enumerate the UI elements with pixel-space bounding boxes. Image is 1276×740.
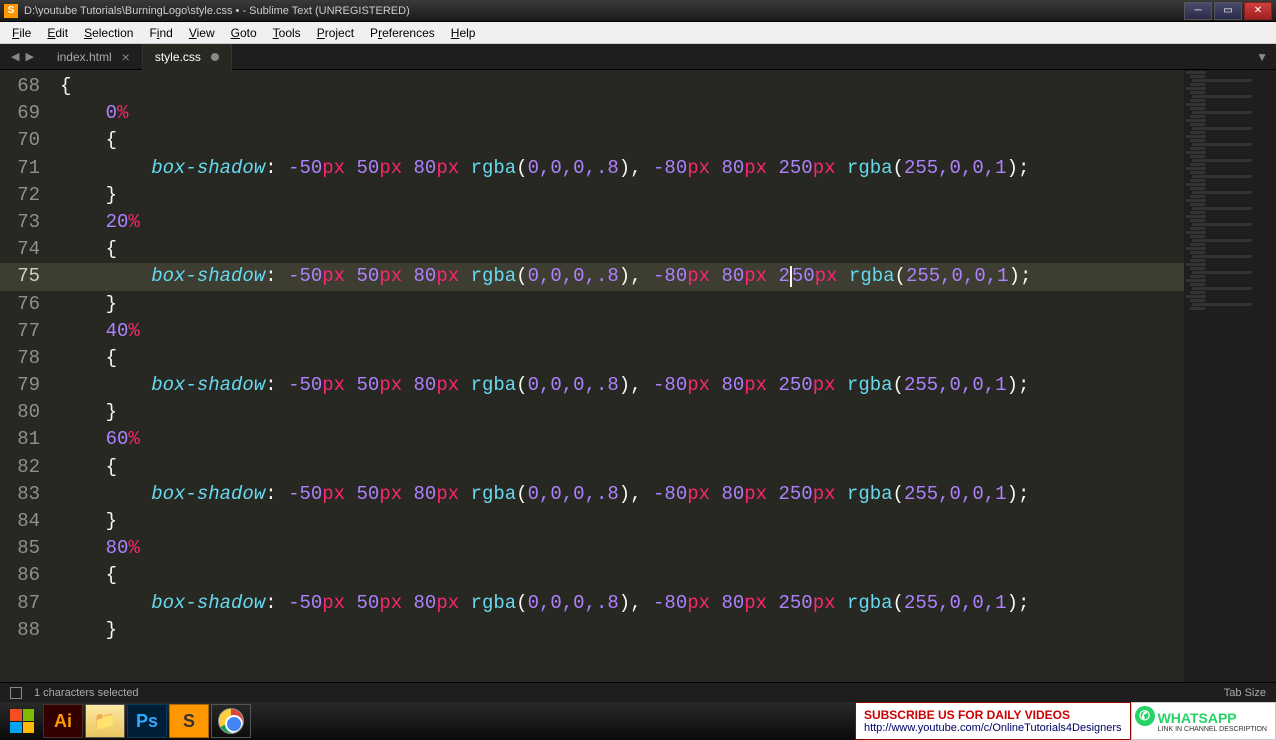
- app-icon: S: [4, 4, 18, 18]
- line-number-gutter: 6869707172737475767778798081828384858687…: [0, 70, 50, 682]
- tab-nav-forward-icon[interactable]: ▶: [22, 50, 36, 63]
- menu-goto[interactable]: Goto: [223, 24, 265, 42]
- tab-bar: ◀ ▶ index.html × style.css ▼: [0, 44, 1276, 70]
- taskbar-photoshop-icon[interactable]: Ps: [127, 704, 167, 738]
- windows-logo-icon: [10, 709, 34, 733]
- minimize-button[interactable]: ─: [1184, 2, 1212, 20]
- menu-file[interactable]: File: [4, 24, 39, 42]
- menu-view[interactable]: View: [181, 24, 223, 42]
- status-bar: 1 characters selected Tab Size: [0, 682, 1276, 702]
- tab-label: index.html: [57, 50, 112, 64]
- menu-bar: File Edit Selection Find View Goto Tools…: [0, 22, 1276, 44]
- menu-project[interactable]: Project: [309, 24, 362, 42]
- editor-area: 6869707172737475767778798081828384858687…: [0, 70, 1276, 682]
- code-editor[interactable]: { 0% { box-shadow: -50px 50px 80px rgba(…: [50, 70, 1184, 682]
- whatsapp-text: WHATSAPP: [1158, 710, 1267, 726]
- taskbar-chrome-icon[interactable]: [211, 704, 251, 738]
- status-panel-icon[interactable]: [10, 687, 22, 699]
- minimap[interactable]: [1184, 70, 1276, 682]
- maximize-button[interactable]: ▭: [1214, 2, 1242, 20]
- tab-nav-back-icon[interactable]: ◀: [8, 50, 22, 63]
- tab-dirty-icon: [211, 53, 219, 61]
- status-selection: 1 characters selected: [34, 687, 139, 699]
- tab-overflow-icon[interactable]: ▼: [1256, 50, 1268, 64]
- menu-preferences[interactable]: Preferences: [362, 24, 443, 42]
- menu-selection[interactable]: Selection: [76, 24, 141, 42]
- window-controls: ─ ▭ ✕: [1184, 2, 1272, 20]
- menu-edit[interactable]: Edit: [39, 24, 76, 42]
- tab-label: style.css: [155, 50, 201, 64]
- start-button[interactable]: [2, 703, 42, 739]
- windows-taskbar: Ai 📁 Ps S SUBSCRIBE US FOR DAILY VIDEOS …: [0, 702, 1276, 740]
- menu-tools[interactable]: Tools: [265, 24, 309, 42]
- menu-find[interactable]: Find: [141, 24, 180, 42]
- whatsapp-banner: ✆ WHATSAPP LINK IN CHANNEL DESCRIPTION: [1131, 702, 1276, 740]
- whatsapp-subtext: LINK IN CHANNEL DESCRIPTION: [1158, 726, 1267, 733]
- tab-close-icon[interactable]: ×: [122, 49, 130, 65]
- close-button[interactable]: ✕: [1244, 2, 1272, 20]
- taskbar-explorer-icon[interactable]: 📁: [85, 704, 125, 738]
- window-title: D:\youtube Tutorials\BurningLogo\style.c…: [24, 5, 1184, 17]
- taskbar-sublime-icon[interactable]: S: [169, 704, 209, 738]
- taskbar-illustrator-icon[interactable]: Ai: [43, 704, 83, 738]
- status-tabsize[interactable]: Tab Size: [1224, 687, 1266, 699]
- tab-index-html[interactable]: index.html ×: [45, 44, 143, 70]
- subscribe-banner: SUBSCRIBE US FOR DAILY VIDEOS http://www…: [855, 702, 1131, 740]
- window-titlebar: S D:\youtube Tutorials\BurningLogo\style…: [0, 0, 1276, 22]
- overlay-banner: SUBSCRIBE US FOR DAILY VIDEOS http://www…: [855, 702, 1276, 740]
- tab-style-css[interactable]: style.css: [143, 44, 232, 70]
- subscribe-url: http://www.youtube.com/c/OnlineTutorials…: [864, 722, 1122, 734]
- menu-help[interactable]: Help: [443, 24, 484, 42]
- whatsapp-icon: ✆: [1135, 706, 1155, 726]
